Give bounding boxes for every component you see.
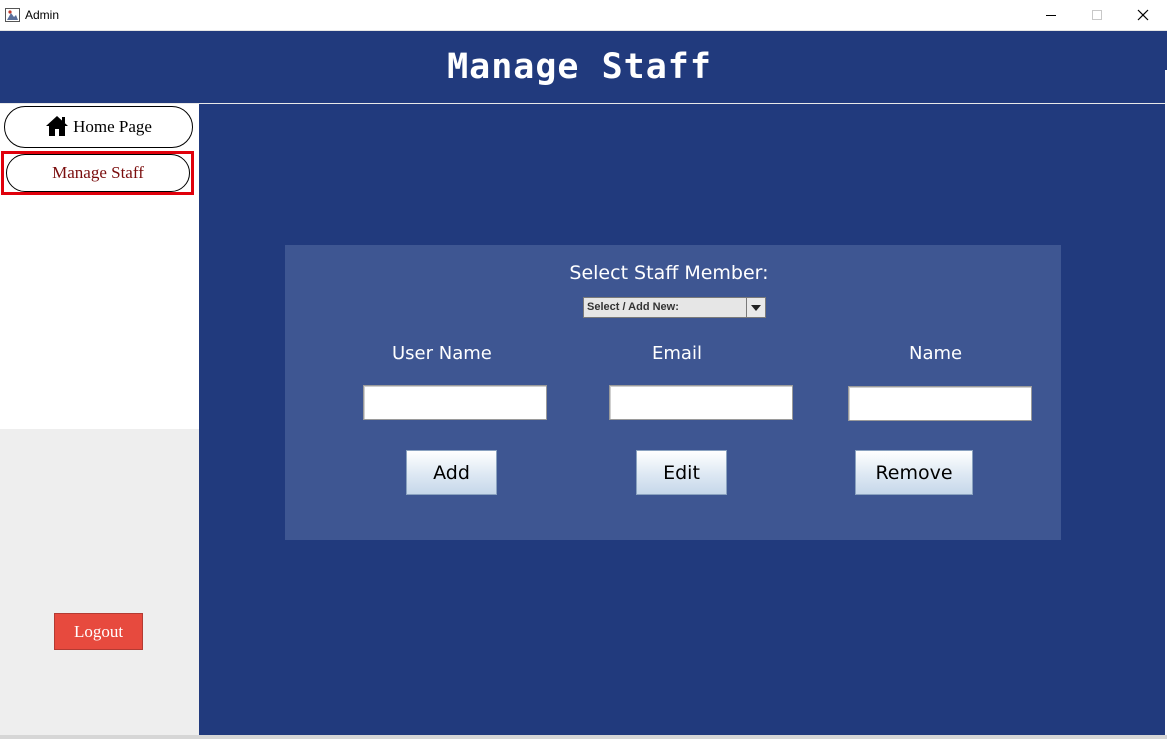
logout-button[interactable]: Logout [54,613,143,650]
home-icon [46,115,69,136]
window-bottom-edge [0,735,1167,739]
name-label: Name [909,343,963,364]
sidebar-item-label: Manage Staff [52,163,144,182]
edit-button[interactable]: Edit [636,450,727,495]
sidebar-item-label: Home Page [73,117,152,136]
remove-button[interactable]: Remove [855,450,973,495]
page-title: Manage Staff [447,47,712,87]
minimize-button[interactable] [1028,0,1074,30]
user-name-label: User Name [392,343,492,364]
sidebar: Home Page Manage Staff Logout [0,104,199,735]
close-button[interactable] [1120,0,1166,30]
email-input[interactable] [609,385,793,420]
app-icon [5,8,20,22]
name-input[interactable] [848,386,1032,421]
staff-select-dropdown[interactable]: Select / Add New: [583,297,766,318]
add-button[interactable]: Add [406,450,497,495]
staff-form-panel: Select Staff Member: Select / Add New: U… [285,245,1061,540]
email-label: Email [652,343,702,364]
page-header: Manage Staff [0,31,1165,103]
user-name-input[interactable] [363,385,547,420]
maximize-icon [1092,10,1102,20]
window-titlebar: Admin [0,0,1167,31]
sidebar-item-manage-staff[interactable]: Manage Staff [6,154,190,192]
sidebar-bottom-panel [0,429,199,735]
maximize-button[interactable] [1074,0,1120,30]
sidebar-item-home-page[interactable]: Home Page [4,106,193,148]
select-staff-label: Select Staff Member: [569,262,769,284]
dropdown-arrow[interactable] [746,298,765,317]
minimize-icon [1046,15,1056,16]
staff-select-value: Select / Add New: [587,301,679,313]
close-icon [1137,9,1149,21]
main-content: Select Staff Member: Select / Add New: U… [199,104,1165,735]
window-title: Admin [25,8,60,22]
chevron-down-icon [751,304,761,311]
